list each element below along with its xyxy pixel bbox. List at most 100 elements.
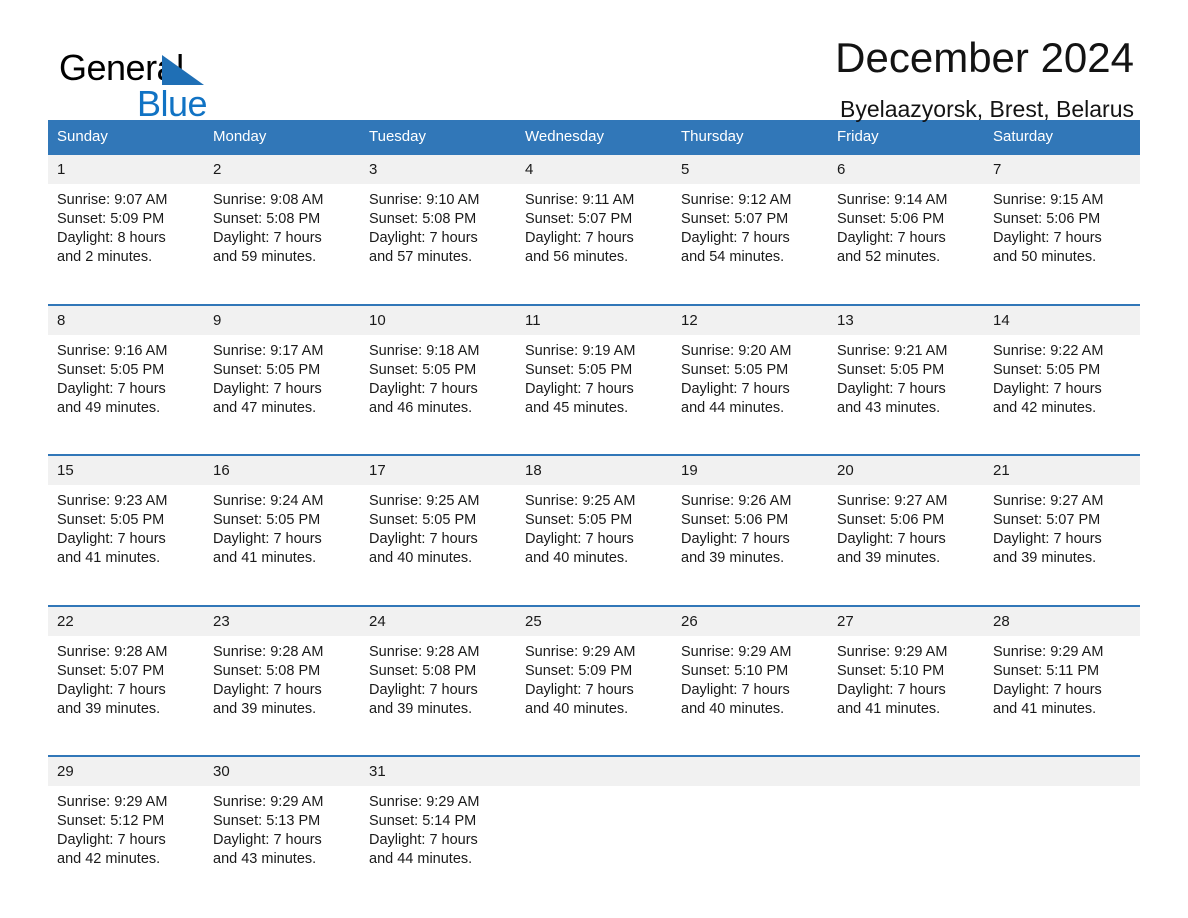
day-sunrise-text: Sunrise: 9:28 AM xyxy=(369,643,480,660)
day-sunset-text: Sunset: 5:06 PM xyxy=(837,512,945,529)
day-cell[interactable]: Sunrise: 9:17 AM Sunset: 5:05 PM Daylight:… xyxy=(204,335,360,433)
day-cell[interactable]: Sunrise: 9:28 AM Sunset: 5:08 PM Daylight:… xyxy=(360,636,516,734)
day-number[interactable]: 21 xyxy=(984,456,1140,485)
day-number[interactable]: 11 xyxy=(516,306,672,335)
day-cell[interactable]: Sunrise: 9:22 AM Sunset: 5:05 PM Daylight:… xyxy=(984,335,1140,433)
day-sunrise-text: Sunrise: 9:29 AM xyxy=(993,643,1104,660)
day-cell[interactable]: Sunrise: 9:29 AM Sunset: 5:09 PM Daylight:… xyxy=(516,636,672,734)
weekday-header-sunday: Sunday xyxy=(57,128,108,145)
day-sunrise-text: Sunrise: 9:28 AM xyxy=(57,643,168,660)
day-daylight2-text: and 41 minutes. xyxy=(837,700,941,717)
day-cell[interactable]: Sunrise: 9:29 AM Sunset: 5:10 PM Daylight:… xyxy=(828,636,984,734)
day-daylight1-text: Daylight: 7 hours xyxy=(837,531,946,548)
day-number[interactable]: 16 xyxy=(204,456,360,485)
day-number[interactable]: 14 xyxy=(984,306,1140,335)
page-header: General Blue December 2024 Byelaazyorsk,… xyxy=(48,0,1140,122)
day-cell[interactable]: Sunrise: 9:08 AM Sunset: 5:08 PM Daylight:… xyxy=(204,184,360,282)
day-cell[interactable]: Sunrise: 9:29 AM Sunset: 5:13 PM Daylight:… xyxy=(204,786,360,884)
generalblue-logo[interactable]: General Blue xyxy=(59,42,289,122)
day-daylight1-text: Daylight: 7 hours xyxy=(837,380,946,397)
day-cell[interactable]: Sunrise: 9:21 AM Sunset: 5:05 PM Daylight:… xyxy=(828,335,984,433)
day-number[interactable]: 9 xyxy=(204,306,360,335)
day-daylight2-text: and 2 minutes. xyxy=(57,249,153,266)
day-number[interactable]: 7 xyxy=(984,155,1140,184)
day-number[interactable]: 15 xyxy=(48,456,204,485)
day-number[interactable]: 3 xyxy=(360,155,516,184)
day-cell[interactable]: Sunrise: 9:26 AM Sunset: 5:06 PM Daylight:… xyxy=(672,485,828,583)
day-cell[interactable]: Sunrise: 9:14 AM Sunset: 5:06 PM Daylight:… xyxy=(828,184,984,282)
day-number[interactable]: 26 xyxy=(672,607,828,636)
day-number[interactable]: 29 xyxy=(48,757,204,786)
day-cell[interactable]: Sunrise: 9:07 AM Sunset: 5:09 PM Daylight:… xyxy=(48,184,204,282)
day-number[interactable]: 23 xyxy=(204,607,360,636)
day-daylight2-text: and 41 minutes. xyxy=(993,700,1097,717)
day-daylight2-text: and 56 minutes. xyxy=(525,249,629,266)
day-sunset-text: Sunset: 5:07 PM xyxy=(993,512,1101,529)
day-cell[interactable]: Sunrise: 9:28 AM Sunset: 5:08 PM Daylight:… xyxy=(204,636,360,734)
day-daylight1-text: Daylight: 7 hours xyxy=(993,531,1102,548)
day-sunrise-text: Sunrise: 9:27 AM xyxy=(993,493,1104,509)
day-cell[interactable]: Sunrise: 9:20 AM Sunset: 5:05 PM Daylight:… xyxy=(672,335,828,433)
weekday-header-monday: Monday xyxy=(213,128,267,145)
day-sunrise-text: Sunrise: 9:08 AM xyxy=(213,192,324,208)
day-daylight2-text: and 40 minutes. xyxy=(525,700,629,717)
day-number[interactable]: 12 xyxy=(672,306,828,335)
day-cell[interactable]: Sunrise: 9:25 AM Sunset: 5:05 PM Daylight:… xyxy=(516,485,672,583)
day-number[interactable]: 28 xyxy=(984,607,1140,636)
day-cell[interactable]: Sunrise: 9:29 AM Sunset: 5:10 PM Daylight:… xyxy=(672,636,828,734)
day-number[interactable]: 8 xyxy=(48,306,204,335)
page-title: December 2024 xyxy=(835,34,1134,81)
day-daylight1-text: Daylight: 7 hours xyxy=(213,380,322,397)
day-daylight1-text: Daylight: 7 hours xyxy=(57,832,166,849)
day-number[interactable]: 27 xyxy=(828,607,984,636)
day-daylight1-text: Daylight: 7 hours xyxy=(213,230,322,247)
day-daylight2-text: and 42 minutes. xyxy=(993,399,1097,416)
day-cell[interactable]: Sunrise: 9:19 AM Sunset: 5:05 PM Daylight:… xyxy=(516,335,672,433)
day-number[interactable]: 5 xyxy=(672,155,828,184)
day-cell[interactable]: Sunrise: 9:29 AM Sunset: 5:12 PM Daylight:… xyxy=(48,786,204,884)
day-cell[interactable]: Sunrise: 9:24 AM Sunset: 5:05 PM Daylight:… xyxy=(204,485,360,583)
day-number[interactable]: 13 xyxy=(828,306,984,335)
day-daylight1-text: Daylight: 7 hours xyxy=(213,681,322,698)
day-cell[interactable]: Sunrise: 9:27 AM Sunset: 5:06 PM Daylight:… xyxy=(828,485,984,583)
day-number[interactable]: 30 xyxy=(204,757,360,786)
day-sunset-text: Sunset: 5:05 PM xyxy=(525,512,633,529)
day-daylight1-text: Daylight: 7 hours xyxy=(993,230,1102,247)
day-cell[interactable]: Sunrise: 9:23 AM Sunset: 5:05 PM Daylight:… xyxy=(48,485,204,583)
day-daylight1-text: Daylight: 7 hours xyxy=(837,681,946,698)
day-cell[interactable]: Sunrise: 9:16 AM Sunset: 5:05 PM Daylight:… xyxy=(48,335,204,433)
day-number[interactable]: 17 xyxy=(360,456,516,485)
week-date-band: 8 9 10 11 12 13 14 xyxy=(48,305,1140,335)
day-sunrise-text: Sunrise: 9:29 AM xyxy=(57,794,168,810)
day-sunrise-text: Sunrise: 9:29 AM xyxy=(837,643,948,660)
day-number[interactable]: 25 xyxy=(516,607,672,636)
day-number[interactable]: 2 xyxy=(204,155,360,184)
day-cell[interactable]: Sunrise: 9:28 AM Sunset: 5:07 PM Daylight:… xyxy=(48,636,204,734)
day-number[interactable]: 18 xyxy=(516,456,672,485)
day-number[interactable]: 1 xyxy=(48,155,204,184)
day-sunset-text: Sunset: 5:08 PM xyxy=(213,662,321,679)
day-cell[interactable]: Sunrise: 9:25 AM Sunset: 5:05 PM Daylight:… xyxy=(360,485,516,583)
day-number[interactable]: 4 xyxy=(516,155,672,184)
day-cell[interactable]: Sunrise: 9:10 AM Sunset: 5:08 PM Daylight:… xyxy=(360,184,516,282)
day-cell[interactable]: Sunrise: 9:29 AM Sunset: 5:14 PM Daylight:… xyxy=(360,786,516,884)
day-number[interactable]: 19 xyxy=(672,456,828,485)
day-cell[interactable]: Sunrise: 9:18 AM Sunset: 5:05 PM Daylight:… xyxy=(360,335,516,433)
day-number[interactable]: 24 xyxy=(360,607,516,636)
day-cell[interactable]: Sunrise: 9:11 AM Sunset: 5:07 PM Daylight:… xyxy=(516,184,672,282)
day-daylight2-text: and 47 minutes. xyxy=(213,399,317,416)
day-cell[interactable]: Sunrise: 9:27 AM Sunset: 5:07 PM Daylight:… xyxy=(984,485,1140,583)
day-cell[interactable]: Sunrise: 9:29 AM Sunset: 5:11 PM Daylight:… xyxy=(984,636,1140,734)
day-sunrise-text: Sunrise: 9:24 AM xyxy=(213,493,324,509)
day-number[interactable]: 31 xyxy=(360,757,516,786)
day-number[interactable]: 22 xyxy=(48,607,204,636)
day-number[interactable]: 20 xyxy=(828,456,984,485)
day-number[interactable]: 10 xyxy=(360,306,516,335)
week-detail-band: Sunrise: 9:16 AM Sunset: 5:05 PM Daylight:… xyxy=(48,334,1140,433)
day-number[interactable]: 6 xyxy=(828,155,984,184)
day-sunset-text: Sunset: 5:05 PM xyxy=(681,361,789,378)
day-cell[interactable]: Sunrise: 9:12 AM Sunset: 5:07 PM Daylight:… xyxy=(672,184,828,282)
day-daylight1-text: Daylight: 7 hours xyxy=(369,380,478,397)
day-cell[interactable]: Sunrise: 9:15 AM Sunset: 5:06 PM Daylight:… xyxy=(984,184,1140,282)
day-daylight2-text: and 39 minutes. xyxy=(213,700,317,717)
